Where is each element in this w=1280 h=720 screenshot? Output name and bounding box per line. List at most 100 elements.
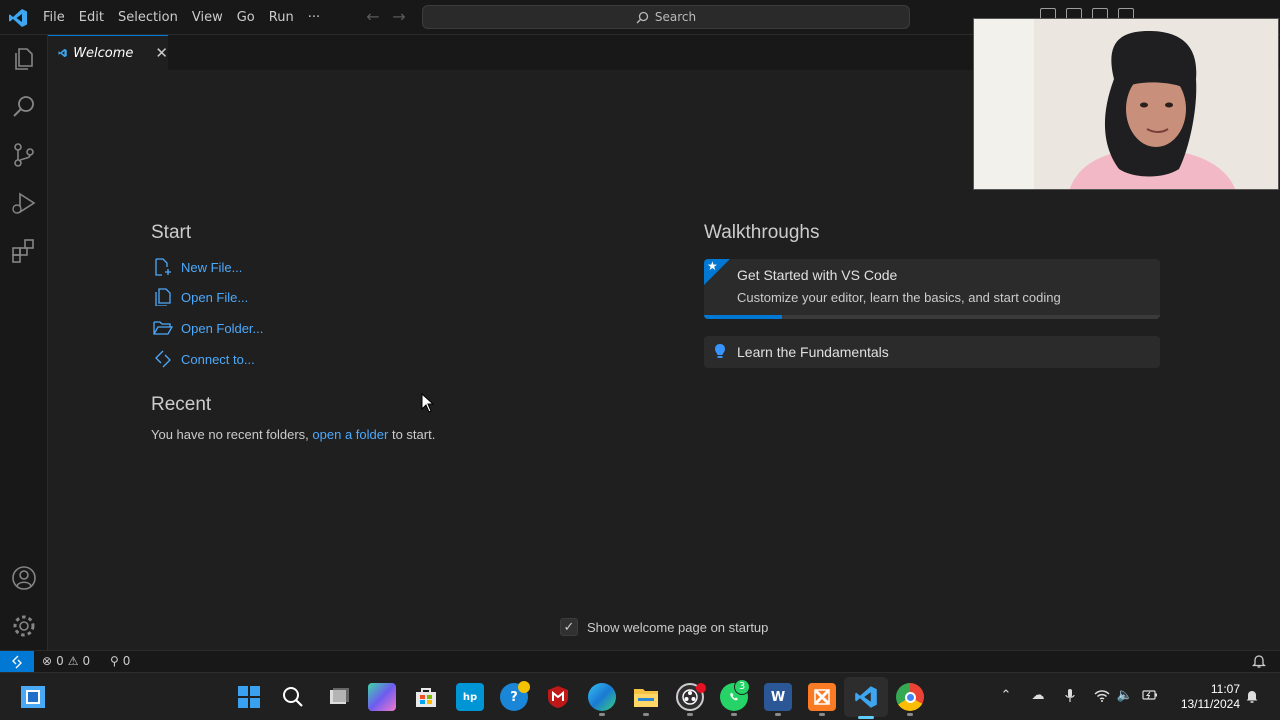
- presenter-video-image: [974, 19, 1278, 189]
- onedrive-icon[interactable]: ☁: [1030, 687, 1046, 703]
- warning-count: 0: [82, 654, 91, 668]
- tab-welcome[interactable]: Welcome ✕: [48, 35, 168, 70]
- task-view-icon[interactable]: [325, 683, 353, 711]
- run-and-debug-icon[interactable]: [10, 189, 38, 217]
- volume-icon[interactable]: 🔈: [1117, 687, 1133, 703]
- startup-checkbox[interactable]: ✓: [560, 618, 578, 636]
- menu-more[interactable]: ···: [301, 0, 327, 35]
- walkthrough-progress-fill: [704, 315, 782, 319]
- clock-date: 13/11/2024: [1180, 697, 1240, 711]
- edge-running-indicator: [599, 713, 605, 716]
- xampp-icon[interactable]: [808, 683, 836, 711]
- remote-connect-icon: [155, 350, 171, 368]
- show-welcome-toggle[interactable]: ✓ Show welcome page on startup: [560, 618, 768, 636]
- tab-label: Welcome: [73, 45, 134, 61]
- vscode-taskbar-icon[interactable]: [852, 683, 880, 711]
- connect-to-label: Connect to...: [181, 351, 255, 367]
- get-help-badge: [518, 681, 530, 693]
- manage-gear-icon[interactable]: [10, 612, 38, 640]
- menu-edit[interactable]: Edit: [72, 0, 111, 35]
- new-file-label: New File...: [181, 259, 243, 275]
- obs-recording-badge: [696, 683, 706, 693]
- mcafee-icon[interactable]: [544, 683, 572, 711]
- vscode-active-indicator: [858, 716, 874, 719]
- new-file-link[interactable]: New File...: [153, 258, 242, 276]
- notifications-bell-icon[interactable]: [1252, 654, 1266, 669]
- walkthrough-progress-track: [704, 315, 1160, 319]
- copilot-icon[interactable]: [368, 683, 396, 711]
- microphone-icon[interactable]: [1062, 687, 1078, 703]
- taskbar-search-icon[interactable]: [279, 683, 307, 711]
- search-view-icon[interactable]: [10, 93, 38, 121]
- word-icon[interactable]: W: [764, 683, 792, 711]
- forward-arrow-icon[interactable]: →: [390, 7, 408, 26]
- search-label: Search: [654, 10, 697, 24]
- obs-running-indicator: [687, 713, 693, 716]
- notification-bell-icon[interactable]: [1245, 689, 1259, 704]
- source-control-icon[interactable]: [10, 141, 38, 169]
- open-folder-link[interactable]: Open Folder...: [153, 319, 263, 337]
- back-arrow-icon[interactable]: ←: [364, 7, 382, 26]
- wifi-icon[interactable]: [1094, 687, 1110, 703]
- remote-indicator[interactable]: [0, 651, 34, 673]
- explorer-icon[interactable]: [10, 45, 38, 73]
- star-icon: ★: [707, 259, 718, 273]
- close-icon[interactable]: ✕: [155, 44, 168, 62]
- system-clock[interactable]: 11:07 13/11/2024: [1168, 682, 1240, 712]
- remote-icon: [12, 655, 22, 669]
- command-center-search[interactable]: Search: [422, 5, 910, 29]
- extensions-icon[interactable]: [10, 237, 38, 265]
- clock-time: 11:07: [1210, 682, 1240, 696]
- battery-icon[interactable]: [1142, 687, 1158, 703]
- chrome-icon[interactable]: [896, 683, 924, 711]
- ports-count: 0: [122, 654, 131, 668]
- menu-selection[interactable]: Selection: [111, 0, 185, 35]
- connect-to-link[interactable]: Connect to...: [153, 350, 255, 368]
- walkthrough-learn-fundamentals[interactable]: Learn the Fundamentals: [704, 336, 1160, 368]
- xampp-running-indicator: [819, 713, 825, 716]
- windows-logo-icon[interactable]: [235, 683, 263, 711]
- open-file-label: Open File...: [181, 289, 249, 305]
- open-folder-icon: [153, 321, 173, 335]
- windows-start-icon[interactable]: [19, 683, 47, 711]
- word-running-indicator: [775, 713, 781, 716]
- recent-heading: Recent: [151, 394, 212, 415]
- error-icon: ⊗: [42, 654, 53, 668]
- ports-indicator[interactable]: ⚲ 0: [110, 654, 130, 668]
- menu-run[interactable]: Run: [262, 0, 301, 35]
- open-file-link[interactable]: Open File...: [153, 288, 248, 306]
- explorer-running-indicator: [643, 713, 649, 716]
- show-hidden-icons-chevron-icon[interactable]: ⌃: [998, 687, 1014, 703]
- recent-text-after: to start.: [391, 427, 436, 442]
- error-count: 0: [56, 654, 64, 668]
- whatsapp-running-indicator: [731, 713, 737, 716]
- mouse-cursor-icon: [421, 393, 435, 413]
- menu-bar: File Edit Selection View Go Run ···: [36, 0, 327, 35]
- accounts-icon[interactable]: [10, 564, 38, 592]
- walkthroughs-heading: Walkthroughs: [704, 222, 820, 243]
- recent-text-before: You have no recent folders,: [151, 427, 309, 442]
- menu-go[interactable]: Go: [230, 0, 262, 35]
- vscode-logo-icon: [9, 9, 27, 27]
- start-heading: Start: [151, 222, 192, 243]
- open-folder-label: Open Folder...: [181, 320, 264, 336]
- walkthrough-title: Get Started with VS Code: [737, 267, 898, 283]
- menu-file[interactable]: File: [36, 0, 72, 35]
- edge-icon[interactable]: [588, 683, 616, 711]
- search-icon: [636, 11, 649, 23]
- webcam-overlay: [973, 18, 1279, 190]
- walkthrough-title: Learn the Fundamentals: [737, 344, 889, 360]
- microsoft-store-icon[interactable]: [412, 683, 440, 711]
- warning-icon: ⚠: [67, 654, 79, 668]
- open-folder-inline-link[interactable]: open a folder: [312, 427, 388, 442]
- status-bar: ⊗ 0 ⚠ 0 ⚲ 0: [0, 650, 1280, 673]
- walkthrough-description: Customize your editor, learn the basics,…: [737, 290, 1061, 305]
- walkthrough-get-started[interactable]: ★ Get Started with VS Code Customize you…: [704, 259, 1160, 319]
- problems-indicator[interactable]: ⊗ 0 ⚠ 0: [42, 654, 90, 668]
- myhp-icon[interactable]: hp: [456, 683, 484, 711]
- lightbulb-icon: [715, 344, 725, 358]
- file-explorer-icon[interactable]: [632, 683, 660, 711]
- vscode-tab-icon: [58, 48, 67, 58]
- new-file-icon: [155, 258, 171, 276]
- menu-view[interactable]: View: [185, 0, 230, 35]
